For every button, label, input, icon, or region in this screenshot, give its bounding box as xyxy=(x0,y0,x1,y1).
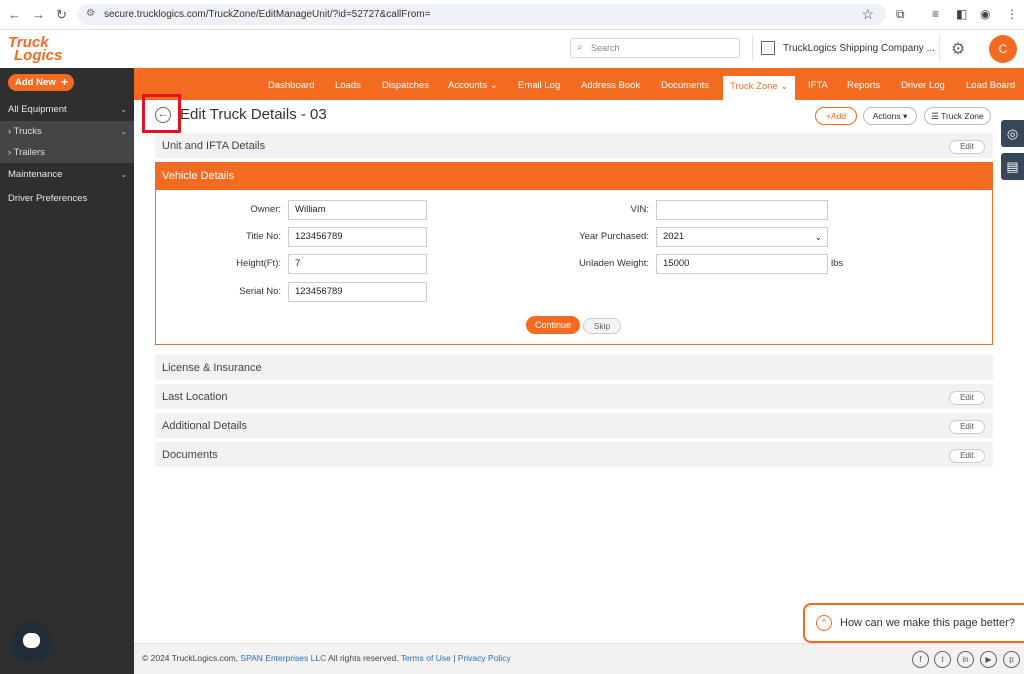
section-additional-details[interactable]: Additional Details Edit xyxy=(155,413,993,438)
side-panel-icon[interactable]: ◧ xyxy=(956,7,967,21)
bookmark-star-icon[interactable]: ☆ xyxy=(861,6,874,23)
company-switcher[interactable]: TruckLogics Shipping Company ... xyxy=(752,35,940,61)
nav-truck-zone[interactable]: Truck Zone ⌄ xyxy=(723,76,796,100)
feedback-text: How can we make this page better? xyxy=(840,617,1015,629)
skip-button[interactable]: Skip xyxy=(583,318,621,334)
add-button[interactable]: +Add xyxy=(815,107,857,125)
browser-menu-icon[interactable]: ⋮ xyxy=(1006,7,1018,21)
sidebar-item-trucks[interactable]: › Trucks ⌄ xyxy=(0,121,134,142)
owner-label: Owner: xyxy=(250,204,281,215)
nav-email-log[interactable]: Email Log xyxy=(518,80,560,91)
chevron-down-icon: ⌄ xyxy=(814,232,822,242)
sidebar-item-maintenance[interactable]: Maintenance ⌄ xyxy=(0,164,134,185)
extensions-icon[interactable]: ⧉ xyxy=(896,7,905,22)
height-field[interactable]: 7 xyxy=(288,254,427,274)
footer: © 2024 TruckLogics.com, SPAN Enterprises… xyxy=(134,643,1024,674)
edit-unit-ifta-button[interactable]: Edit xyxy=(949,140,985,154)
year-purchased-select[interactable]: 2021 ⌄ xyxy=(656,227,828,247)
vehicle-details-header: Vehicle Details xyxy=(156,163,992,190)
nav-ifta[interactable]: IFTA xyxy=(808,80,828,91)
actions-dropdown[interactable]: Actions ▾ xyxy=(863,107,917,125)
app-header: Truck Logics ⌕ Search TruckLogics Shippi… xyxy=(0,31,1024,68)
youtube-icon[interactable]: ▶ xyxy=(980,651,997,668)
browser-reload-icon[interactable]: ↻ xyxy=(56,7,67,23)
nav-address-book[interactable]: Address Book xyxy=(581,80,640,91)
chat-widget-button[interactable] xyxy=(11,621,52,662)
nav-loads[interactable]: Loads xyxy=(335,80,361,91)
nav-accounts[interactable]: Accounts ⌄ xyxy=(448,80,498,91)
browser-toolbar: ← → ↻ ⚙ secure.trucklogics.com/TruckZone… xyxy=(0,0,1024,30)
back-arrow-icon[interactable]: ← xyxy=(155,107,171,123)
feedback-widget[interactable]: ^ How can we make this page better? xyxy=(803,603,1024,643)
add-new-button[interactable]: Add New + xyxy=(8,74,74,91)
page-title: Edit Truck Details - 03 xyxy=(180,106,327,123)
weight-unit-label: lbs xyxy=(831,258,844,269)
reading-list-icon[interactable]: ≡ xyxy=(932,7,939,21)
linkedin-icon[interactable]: in xyxy=(957,651,974,668)
browser-back-icon[interactable]: ← xyxy=(8,7,21,22)
url-text: secure.trucklogics.com/TruckZone/EditMan… xyxy=(104,9,431,20)
user-avatar[interactable]: C xyxy=(989,35,1017,63)
unladen-weight-label: Unladen Weight: xyxy=(578,258,649,269)
serial-no-field[interactable]: 123456789 xyxy=(288,282,427,302)
nav-documents[interactable]: Documents xyxy=(661,80,709,91)
profile-icon[interactable]: ◉ xyxy=(980,7,990,21)
edit-documents-button[interactable]: Edit xyxy=(949,449,985,463)
title-no-field[interactable]: 123456789 xyxy=(288,227,427,247)
help-lifebuoy-icon[interactable]: ◎ xyxy=(1001,120,1024,147)
twitter-icon[interactable]: t xyxy=(934,651,951,668)
vin-label: VIN: xyxy=(630,204,649,215)
search-input[interactable]: ⌕ Search xyxy=(570,38,740,58)
sidebar-item-driver-preferences[interactable]: Driver Preferences xyxy=(0,188,134,209)
edit-last-location-button[interactable]: Edit xyxy=(949,391,985,405)
unladen-weight-field[interactable]: 15000 xyxy=(656,254,828,274)
top-navigation: Dashboard Loads Dispatches Accounts ⌄ Em… xyxy=(134,68,1024,100)
chevron-up-icon: ^ xyxy=(816,615,832,631)
nav-dashboard[interactable]: Dashboard xyxy=(268,80,314,91)
serial-no-label: Serial No: xyxy=(239,286,281,297)
span-enterprises-link[interactable]: SPAN Enterprises LLC xyxy=(240,653,326,663)
truck-zone-button[interactable]: ☰ Truck Zone xyxy=(924,107,991,125)
nav-dispatches[interactable]: Dispatches xyxy=(382,80,429,91)
plus-icon: + xyxy=(60,75,68,89)
section-last-location[interactable]: Last Location Edit xyxy=(155,384,993,409)
settings-gear-icon[interactable]: ⚙ xyxy=(951,39,965,59)
nav-driver-log[interactable]: Driver Log xyxy=(901,80,945,91)
owner-field[interactable]: William xyxy=(288,200,427,220)
browser-forward-icon[interactable]: → xyxy=(32,7,45,22)
section-license-insurance[interactable]: License & Insurance xyxy=(155,355,993,380)
edit-additional-details-button[interactable]: Edit xyxy=(949,420,985,434)
chevron-down-icon: ⌄ xyxy=(120,170,127,179)
year-purchased-label: Year Purchased: xyxy=(579,231,649,242)
building-icon xyxy=(761,41,775,55)
footer-text: © 2024 TruckLogics.com, SPAN Enterprises… xyxy=(142,653,511,663)
section-documents[interactable]: Documents Edit xyxy=(155,442,993,467)
search-placeholder: Search xyxy=(591,43,620,53)
section-unit-ifta[interactable]: Unit and IFTA Details Edit xyxy=(155,133,993,158)
title-no-label: Title No: xyxy=(245,231,281,242)
continue-button[interactable]: Continue xyxy=(526,316,580,334)
chevron-down-icon: ⌄ xyxy=(120,127,127,136)
height-label: Height(Ft): xyxy=(236,258,281,269)
vin-field[interactable] xyxy=(656,200,828,220)
privacy-policy-link[interactable]: Privacy Policy xyxy=(458,653,511,663)
search-icon: ⌕ xyxy=(577,42,583,53)
sidebar: Add New + All Equipment ⌄ › Trucks ⌄ › T… xyxy=(0,68,134,674)
menu-lines-icon: ☰ xyxy=(931,111,942,121)
sidebar-item-all-equipment[interactable]: All Equipment ⌄ xyxy=(0,99,134,120)
trucklogics-logo[interactable]: Truck Logics xyxy=(8,35,78,66)
chevron-down-icon: ⌄ xyxy=(120,105,127,114)
chat-bubble-icon xyxy=(23,633,40,648)
notes-document-icon[interactable]: ▤ xyxy=(1001,153,1024,180)
site-info-icon[interactable]: ⚙ xyxy=(86,8,96,20)
terms-of-use-link[interactable]: Terms of Use xyxy=(401,653,451,663)
nav-load-board[interactable]: Load Board xyxy=(966,80,1015,91)
pinterest-icon[interactable]: p xyxy=(1003,651,1020,668)
company-name: TruckLogics Shipping Company ... xyxy=(783,43,935,54)
address-bar[interactable]: ⚙ secure.trucklogics.com/TruckZone/EditM… xyxy=(78,4,886,25)
nav-reports[interactable]: Reports xyxy=(847,80,880,91)
sidebar-item-trailers[interactable]: › Trailers xyxy=(0,142,134,163)
facebook-icon[interactable]: f xyxy=(912,651,929,668)
